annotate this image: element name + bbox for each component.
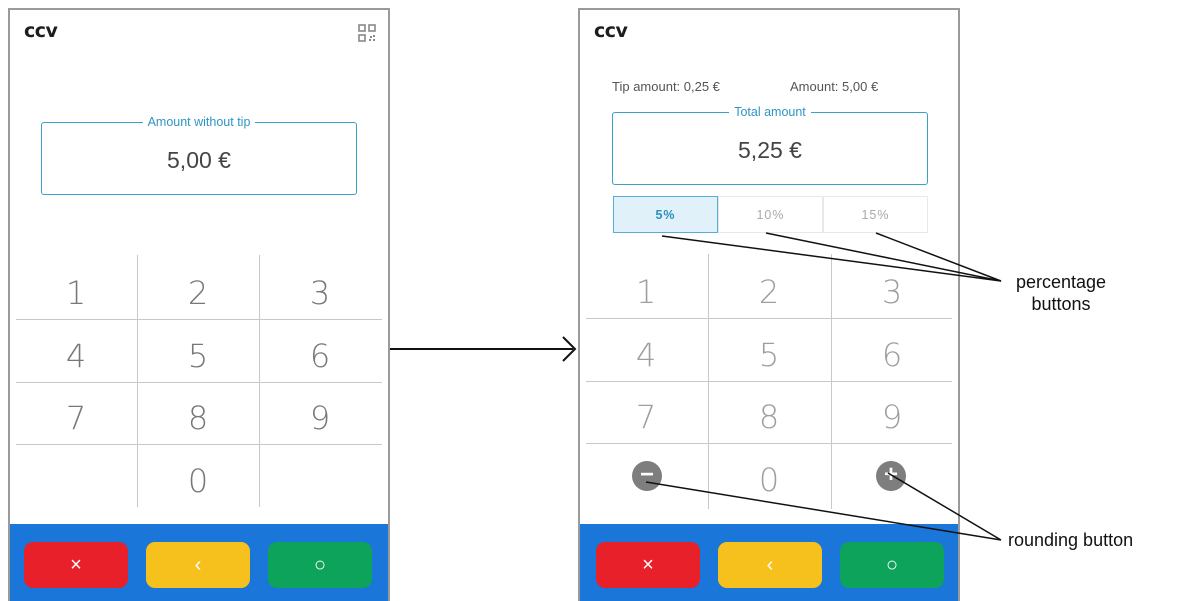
percentage-buttons-annotation: percentage buttons <box>1015 272 1107 314</box>
rounding-button-annotation: rounding button <box>1008 530 1134 550</box>
annotation-lines <box>645 232 1002 541</box>
